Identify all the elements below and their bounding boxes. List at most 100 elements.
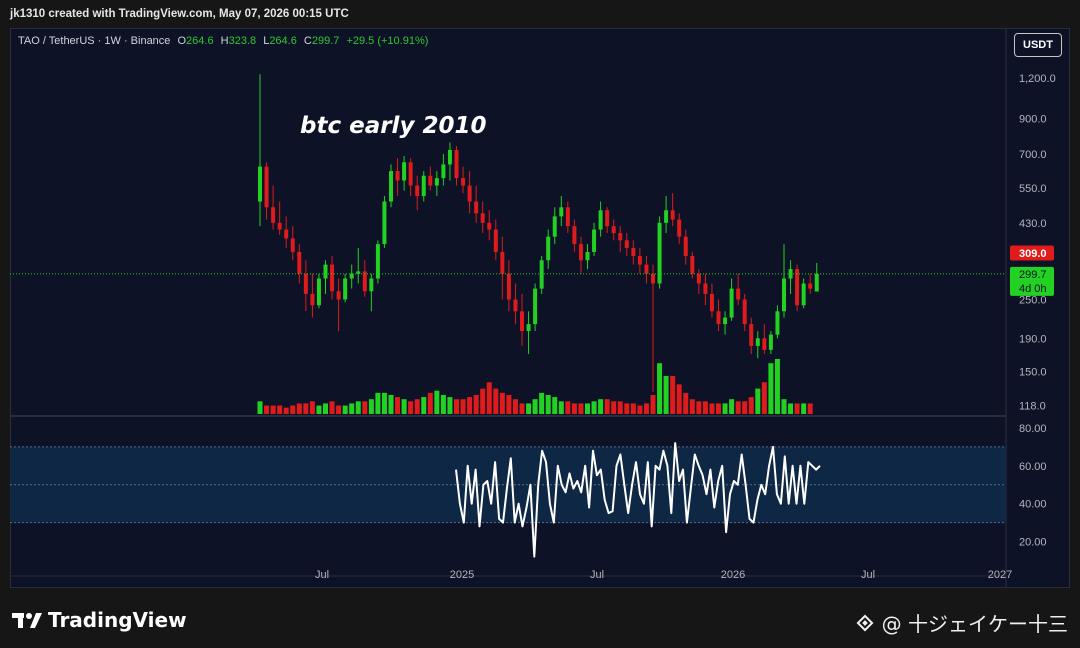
candle-body — [513, 299, 518, 312]
volume-bar — [781, 399, 787, 414]
volume-bar — [323, 403, 328, 414]
candle-body — [709, 293, 714, 312]
volume-bar — [493, 388, 499, 414]
volume-bar — [742, 401, 748, 414]
volume-bar — [454, 399, 459, 414]
candle-body — [762, 338, 767, 350]
rsi-tick-label: 40.00 — [1019, 499, 1047, 511]
candle-body — [670, 210, 675, 220]
volume-bar — [670, 375, 676, 414]
candle-body — [696, 273, 701, 284]
candle-body — [474, 201, 479, 214]
volume-bar — [460, 399, 466, 414]
candle-body — [624, 240, 629, 248]
volume-bar — [650, 394, 656, 414]
rsi-tick-label: 20.00 — [1019, 537, 1047, 549]
volume-bar — [702, 401, 708, 414]
volume-bar — [362, 401, 368, 414]
volume-bar — [611, 401, 617, 414]
volume-bar — [788, 403, 794, 414]
rsi-tick-label: 80.00 — [1019, 423, 1047, 435]
candle-body — [493, 229, 498, 252]
volume-bar — [598, 399, 604, 414]
volume-bar — [624, 403, 630, 414]
candle-body — [808, 283, 813, 289]
candle-body — [775, 311, 780, 335]
high-marker-label: 309.0 — [1019, 248, 1047, 260]
legend-open-value: 264.6 — [186, 35, 214, 47]
volume-bar — [657, 363, 663, 414]
header-caption-bar: jk1310 created with TradingView.com, May… — [0, 0, 1080, 28]
volume-bar — [571, 403, 577, 414]
price-chart[interactable]: 118.0 150.0 190.0 250.0 430.0 550.0 700.0 900.0… — [10, 28, 1070, 588]
candle-body — [500, 251, 505, 274]
price-tick-label: 700.0 — [1019, 149, 1047, 161]
author-credit-text: @ 十ジェイケー十三 — [881, 612, 1068, 636]
candle-body — [690, 256, 695, 274]
candle-body — [369, 278, 374, 292]
header-caption: jk1310 created with TradingView.com, May… — [10, 8, 349, 20]
candle-body — [546, 236, 551, 261]
candle-body — [611, 226, 616, 234]
volume-bar — [807, 403, 813, 414]
price-tick-label: 118.0 — [1019, 401, 1046, 413]
volume-bar — [447, 397, 453, 414]
candle-body — [585, 251, 590, 261]
candle-body — [487, 222, 492, 230]
currency-button[interactable]: USDT — [1014, 33, 1062, 57]
candle-body — [447, 149, 452, 165]
candle-body — [565, 207, 570, 227]
tradingview-logo[interactable]: TradingView — [12, 608, 187, 632]
volume-bar — [801, 403, 807, 414]
candle-body — [415, 185, 420, 196]
legend-low-value: 264.6 — [269, 35, 297, 47]
tradingview-brand: TradingView — [48, 608, 187, 632]
volume-bar — [755, 388, 761, 414]
candle-body — [290, 238, 295, 252]
candle-body — [330, 264, 335, 292]
candle-body — [657, 222, 662, 284]
price-tick-label: 900.0 — [1019, 113, 1047, 125]
candle-body — [716, 311, 721, 325]
price-tick-label: 1,200.0 — [1019, 73, 1056, 85]
candle-body — [703, 283, 708, 294]
volume-bar — [303, 403, 309, 414]
last-price-label: 299.7 — [1019, 269, 1047, 281]
legend-change: +29.5 (+10.91%) — [346, 35, 429, 47]
volume-bar — [519, 403, 525, 414]
candle-body — [520, 311, 524, 332]
volume-bar — [381, 392, 387, 414]
volume-bar — [716, 403, 721, 414]
candle-body — [578, 244, 583, 261]
volume-bar — [375, 392, 381, 414]
volume-bar — [342, 405, 348, 414]
footer: TradingView @ 十ジェイケー十三 — [0, 588, 1080, 648]
volume-bar — [565, 401, 571, 414]
binance-diamond-icon — [854, 612, 876, 639]
candle-body — [349, 273, 354, 279]
candle-body — [428, 175, 433, 186]
author-credit: @ 十ジェイケー十三 — [854, 608, 1068, 639]
volume-bar — [676, 384, 682, 414]
volume-bar — [395, 397, 401, 414]
legend-close-value: 299.7 — [311, 35, 340, 47]
candle-body — [526, 324, 531, 332]
volume-bar — [761, 382, 767, 414]
candle-body — [729, 288, 734, 318]
candle-body — [533, 288, 538, 325]
ohlc-legend: TAO / TetherUS · 1W · Binance O264.6 H32… — [18, 35, 428, 47]
legend-high-label: H — [220, 35, 229, 47]
candle-body — [303, 273, 308, 294]
candle-body — [795, 269, 800, 306]
candle-body — [323, 264, 328, 279]
volume-bar — [696, 401, 702, 414]
candle-body — [362, 271, 367, 292]
legend-high-value: 323.8 — [228, 35, 257, 47]
price-tick-label: 550.0 — [1019, 183, 1047, 195]
volume-bar — [526, 403, 532, 414]
volume-bar — [585, 403, 590, 414]
price-tick-label: 430.0 — [1019, 218, 1047, 230]
candle-body — [271, 207, 276, 223]
volume-bar — [316, 405, 322, 414]
volume-bar — [506, 394, 512, 414]
